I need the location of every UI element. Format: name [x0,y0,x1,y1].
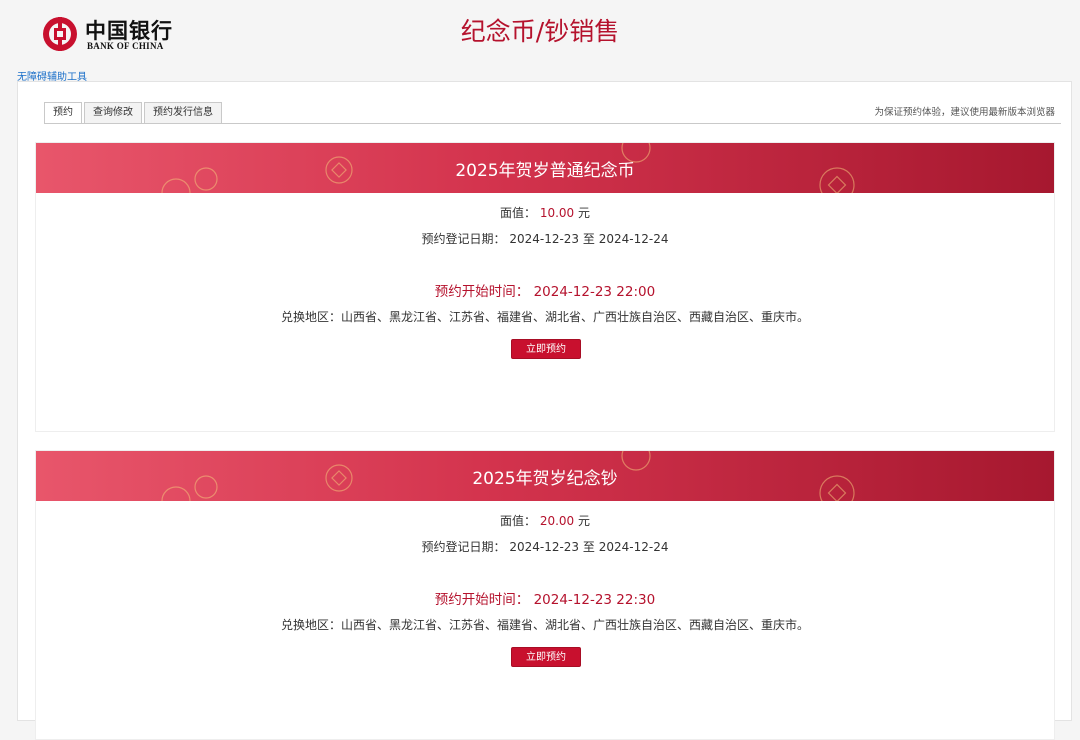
registration-start-date: 2024-12-23 [509,540,580,554]
registration-date-label: 预约登记日期： [421,540,506,554]
face-value-label: 面值： [499,206,536,220]
face-value-row: 面值： 20.00 元 [36,512,1054,529]
card-header: 2025年贺岁普通纪念币 [36,143,1054,193]
registration-to: 至 [582,232,595,246]
registration-date-row: 预约登记日期： 2024-12-23 至 2024-12-24 [36,230,1054,247]
reserve-now-button[interactable]: 立即预约 [511,339,581,359]
main-panel: 预约 查询修改 预约发行信息 为保证预约体验，建议使用最新版本浏览器 2025年… [17,81,1072,740]
start-time-row: 预约开始时间： 2024-12-23 22:30 [36,588,1054,608]
registration-date-row: 预约登记日期： 2024-12-23 至 2024-12-24 [36,538,1054,555]
exchange-region-row: 兑换地区：山西省、黑龙江省、江苏省、福建省、湖北省、广西壮族自治区、西藏自治区、… [36,308,1054,325]
registration-end-date: 2024-12-24 [598,232,669,246]
face-value-label: 面值： [499,514,536,528]
product-card: 2025年贺岁纪念钞 面值： 20.00 元 预约登记日期： 2024-12-2… [35,450,1055,740]
registration-end-date: 2024-12-24 [598,540,669,554]
card-title: 2025年贺岁普通纪念币 [455,161,635,181]
card-title: 2025年贺岁纪念钞 [472,469,618,489]
face-value: 10.00 [539,206,575,220]
start-time-label: 预约开始时间： [434,284,530,300]
tab-query-modify[interactable]: 查询修改 [84,102,142,123]
card-header: 2025年贺岁纪念钞 [36,451,1054,501]
browser-notice: 为保证预约体验，建议使用最新版本浏览器 [874,107,1055,118]
face-value-unit: 元 [578,206,591,220]
start-time: 2024-12-23 22:30 [533,592,656,608]
start-time-label: 预约开始时间： [434,592,530,608]
exchange-region-label: 兑换地区： [280,618,341,632]
start-time: 2024-12-23 22:00 [533,284,656,300]
face-value-row: 面值： 10.00 元 [36,204,1054,221]
tab-reserve[interactable]: 预约 [44,102,82,124]
exchange-region-label: 兑换地区： [280,310,341,324]
product-card: 2025年贺岁普通纪念币 面值： 10.00 元 预约登记日期： 2024-12… [35,142,1055,432]
exchange-regions: 山西省、黑龙江省、江苏省、福建省、湖北省、广西壮族自治区、西藏自治区、重庆市。 [341,618,810,632]
exchange-region-row: 兑换地区：山西省、黑龙江省、江苏省、福建省、湖北省、广西壮族自治区、西藏自治区、… [36,616,1054,633]
face-value-unit: 元 [578,514,591,528]
registration-to: 至 [582,540,595,554]
page-title: 纪念币/钞销售 [460,17,620,46]
registration-start-date: 2024-12-23 [509,232,580,246]
page-header: 中国银行 BANK OF CHINA 纪念币/钞销售 [0,0,1080,68]
registration-date-label: 预约登记日期： [421,232,506,246]
tab-issue-info[interactable]: 预约发行信息 [144,102,222,123]
face-value: 20.00 [539,514,575,528]
tab-bar: 预约 查询修改 预约发行信息 [44,102,224,124]
start-time-row: 预约开始时间： 2024-12-23 22:00 [36,280,1054,300]
tab-divider [44,123,1061,124]
exchange-regions: 山西省、黑龙江省、江苏省、福建省、湖北省、广西壮族自治区、西藏自治区、重庆市。 [341,310,810,324]
reserve-now-button[interactable]: 立即预约 [511,647,581,667]
